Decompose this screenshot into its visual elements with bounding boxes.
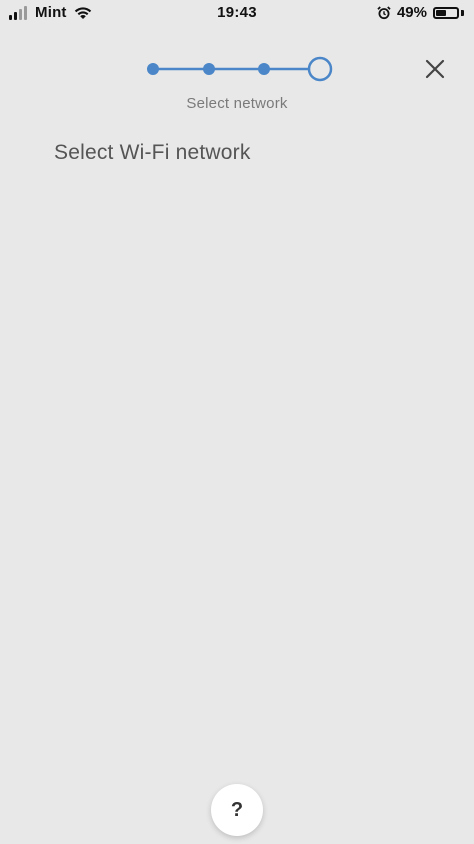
step-2-dot <box>203 63 215 75</box>
status-right: 49% <box>377 4 464 21</box>
status-bar: Mint 19:43 49% <box>0 0 474 26</box>
battery-percent: 49% <box>396 4 427 21</box>
battery-fill <box>436 9 446 16</box>
page-title: Select Wi-Fi network <box>54 141 251 164</box>
step-label: Select network <box>186 95 288 112</box>
progress-stepper <box>140 54 340 84</box>
battery-icon <box>433 6 464 19</box>
stepper-graphic <box>147 56 333 82</box>
close-button[interactable] <box>416 52 454 86</box>
help-icon: ? <box>230 798 244 821</box>
step-3-dot <box>258 63 270 75</box>
step-4-current <box>307 56 333 82</box>
step-1-dot <box>147 63 159 75</box>
alarm-icon <box>377 5 391 19</box>
help-button[interactable]: ? <box>211 784 263 836</box>
close-icon <box>425 59 445 79</box>
